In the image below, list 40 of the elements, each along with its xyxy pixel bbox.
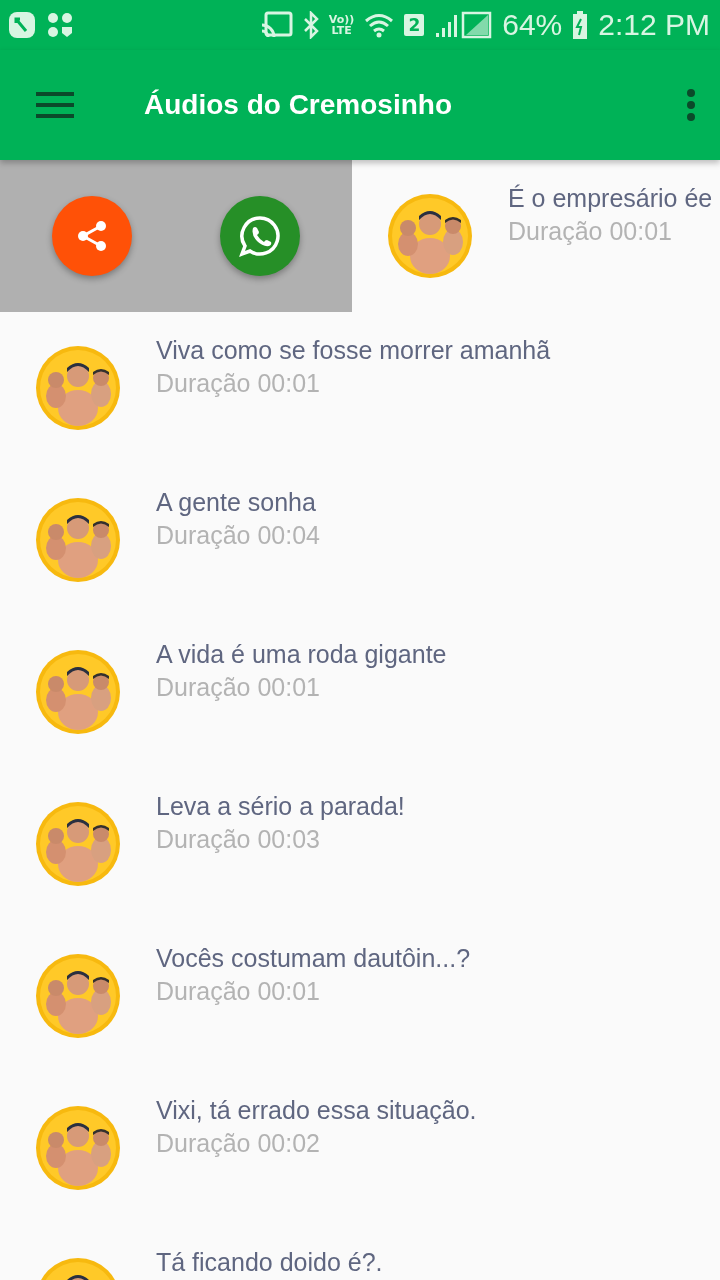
whatsapp-button[interactable] bbox=[220, 196, 300, 276]
menu-button[interactable] bbox=[36, 91, 74, 119]
notification-icon bbox=[8, 11, 36, 39]
bluetooth-icon bbox=[302, 11, 319, 39]
audio-duration: Duração 00:01 bbox=[156, 673, 321, 702]
audio-duration: Duração 00:02 bbox=[156, 1129, 321, 1158]
audio-duration: Duração 00:01 bbox=[156, 977, 321, 1006]
audio-row[interactable]: A vida é uma roda gigante Duração 00:01 bbox=[0, 616, 720, 768]
audio-row[interactable]: Tá ficando doido é?. bbox=[0, 1224, 720, 1280]
audio-row[interactable]: Vocês costumam dautôin...? Duração 00:01 bbox=[0, 920, 720, 1072]
app-title: Áudios do Cremosinho bbox=[144, 89, 453, 121]
audio-title: Viva como se fosse morrer amanhã bbox=[156, 336, 551, 365]
more-options-button[interactable] bbox=[686, 88, 696, 122]
wifi-icon bbox=[364, 12, 395, 38]
battery-charging-icon bbox=[572, 11, 589, 39]
audio-row[interactable]: Vixi, tá errado essa situação. Duração 00:02 bbox=[0, 1072, 720, 1224]
signal-icon bbox=[434, 11, 493, 39]
clock: 2:12 PM bbox=[598, 8, 710, 42]
audio-row[interactable]: Leva a sério a parada! Duração 00:03 bbox=[0, 768, 720, 920]
sim-badge: 2 bbox=[404, 14, 425, 36]
audio-title: Vocês costumam dautôin...? bbox=[156, 944, 471, 973]
audio-title: Tá ficando doido é?. bbox=[156, 1248, 383, 1277]
audio-duration: Duração 00:01 bbox=[156, 369, 321, 398]
cast-icon bbox=[260, 11, 293, 39]
audio-duration: Duração 00:04 bbox=[156, 521, 320, 550]
audio-title: A vida é uma roda gigante bbox=[156, 640, 447, 669]
audio-title: Leva a sério a parada! bbox=[156, 792, 405, 821]
audio-row[interactable]: Viva como se fosse morrer amanhã Duração 00:01 bbox=[0, 312, 720, 464]
audio-title: Vixi, tá errado essa situação. bbox=[156, 1096, 477, 1125]
audio-row[interactable]: A gente sonha Duração 00:04 bbox=[0, 464, 720, 616]
share-button[interactable] bbox=[52, 196, 132, 276]
audio-row[interactable]: É o empresário ée Duração 00:01 bbox=[0, 160, 720, 312]
audio-duration: Duração 00:03 bbox=[156, 825, 321, 854]
audio-duration: Duração 00:01 bbox=[508, 217, 673, 246]
battery-percent: 64% bbox=[502, 8, 563, 42]
audio-title: A gente sonha bbox=[156, 488, 317, 517]
audio-title: É o empresário ée bbox=[508, 184, 713, 213]
whatsapp-icon bbox=[238, 214, 282, 258]
apps-icon bbox=[46, 11, 74, 39]
volte-indicator: Vo)) LTE bbox=[328, 14, 355, 36]
